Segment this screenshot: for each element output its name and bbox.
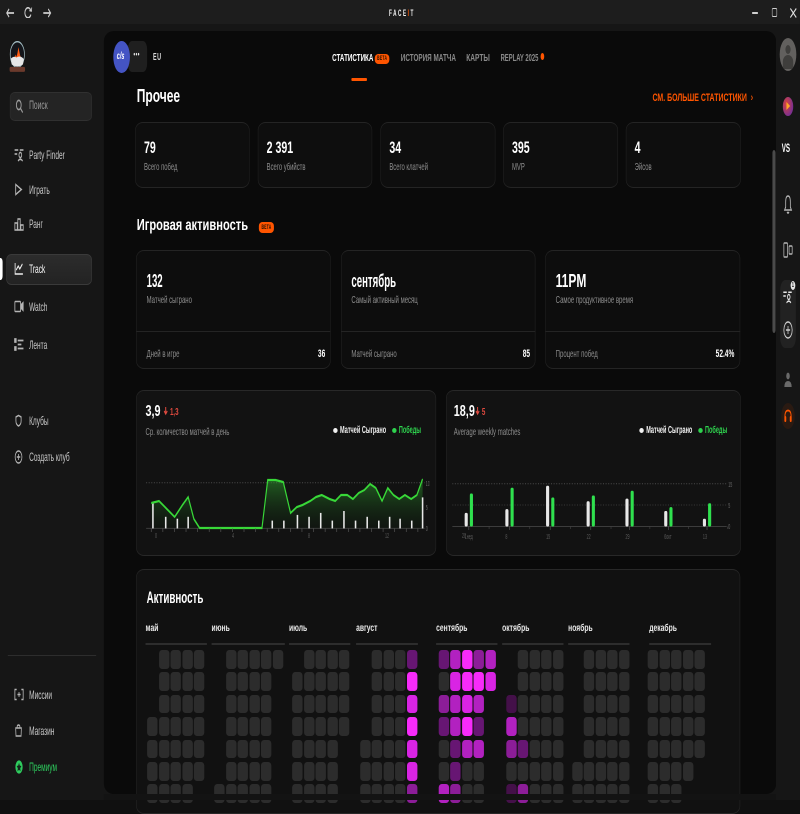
svg-text:10: 10 xyxy=(426,481,430,489)
svg-text:0: 0 xyxy=(728,524,730,532)
svg-text:5: 5 xyxy=(426,505,428,513)
svg-text:5: 5 xyxy=(728,503,730,511)
svg-text:0: 0 xyxy=(426,526,428,532)
svg-text:15: 15 xyxy=(728,482,732,490)
